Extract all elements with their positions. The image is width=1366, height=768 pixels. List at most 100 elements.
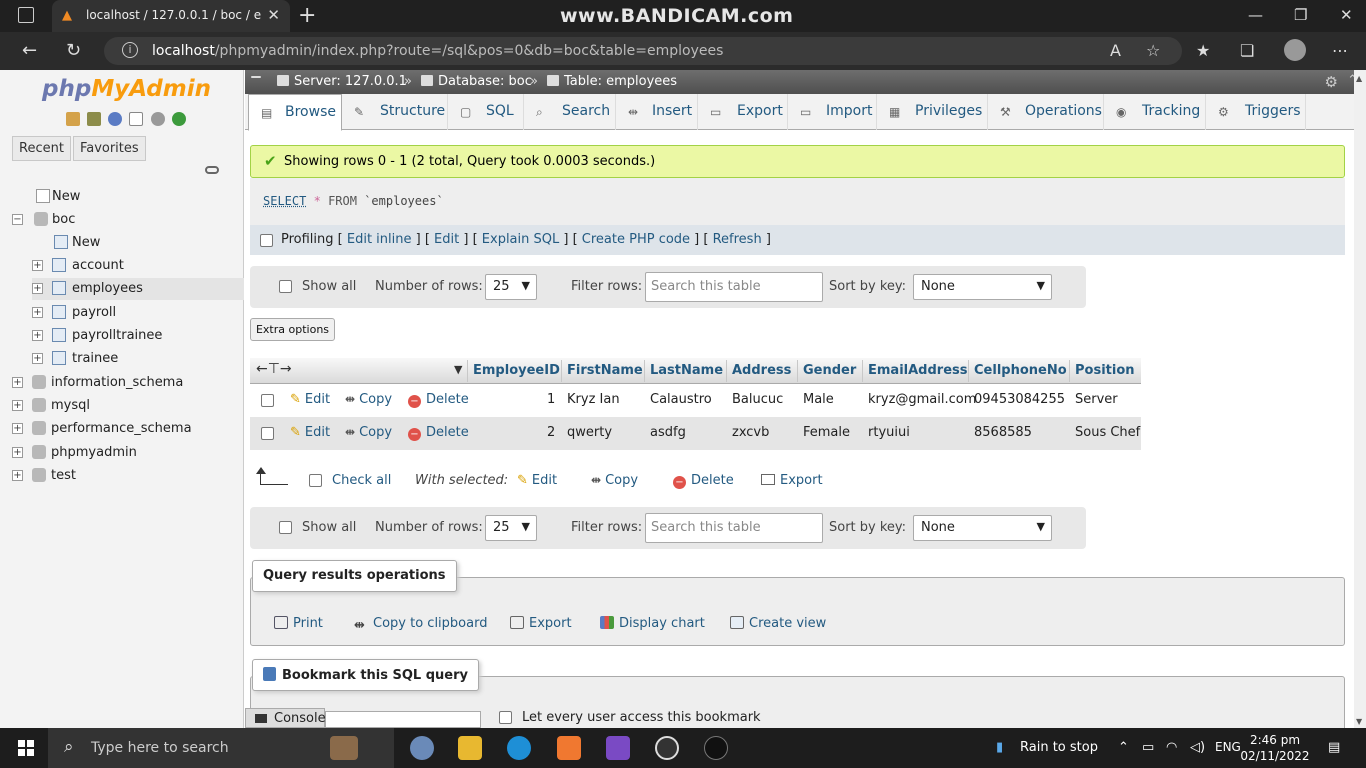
volume-icon[interactable]: ◁) bbox=[1190, 740, 1205, 755]
tab-insert[interactable]: ⇹ Insert bbox=[616, 94, 698, 130]
col-lastname[interactable]: LastName bbox=[650, 363, 723, 378]
create-view-button[interactable]: Create view bbox=[730, 616, 826, 631]
tree-item-phpmyadmin[interactable]: + phpmyadmin bbox=[12, 442, 232, 464]
edit-inline-link[interactable]: Edit inline bbox=[347, 232, 412, 247]
profile-avatar[interactable] bbox=[1284, 39, 1306, 61]
share-bookmark-checkbox[interactable] bbox=[499, 711, 512, 724]
col-firstname[interactable]: FirstName bbox=[567, 363, 643, 378]
tab-browse[interactable]: ▤ Browse bbox=[248, 94, 342, 131]
col-emailaddress[interactable]: EmailAddress bbox=[868, 363, 968, 378]
expand-icon[interactable]: + bbox=[12, 400, 23, 411]
tree-item-boc[interactable]: − boc bbox=[12, 209, 232, 231]
cell-position[interactable]: Sous Chef bbox=[1075, 425, 1140, 440]
row-edit-button[interactable]: ✎ Edit bbox=[290, 392, 330, 407]
profiling-checkbox[interactable] bbox=[260, 234, 273, 247]
tree-item-performance-schema[interactable]: + performance_schema bbox=[12, 418, 232, 440]
display-chart-button[interactable]: Display chart bbox=[600, 616, 705, 631]
expand-icon[interactable]: + bbox=[32, 353, 43, 364]
cell-emailaddress[interactable]: kryz@gmail.com bbox=[868, 392, 976, 407]
bookmark-label-input[interactable] bbox=[325, 711, 481, 728]
refresh-icon[interactable]: ↻ bbox=[66, 40, 81, 61]
help-icon[interactable] bbox=[108, 112, 123, 126]
row-copy-button[interactable]: ⇹ Copy bbox=[345, 392, 392, 407]
cell-lastname[interactable]: asdfg bbox=[650, 425, 686, 440]
col-employeeid[interactable]: EmployeeID bbox=[473, 363, 560, 378]
recent-tab[interactable]: Recent bbox=[12, 136, 71, 161]
tree-item-account[interactable]: + account bbox=[32, 255, 232, 277]
tree-item-test[interactable]: + test bbox=[12, 465, 232, 487]
tree-item-information-schema[interactable]: + information_schema bbox=[12, 372, 232, 394]
collapse-nav-icon[interactable] bbox=[251, 76, 261, 78]
expand-icon[interactable]: + bbox=[12, 377, 23, 388]
wifi-icon[interactable]: ◠ bbox=[1166, 740, 1177, 755]
favorites-tab[interactable]: Favorites bbox=[72, 136, 146, 161]
expand-icon[interactable]: + bbox=[12, 423, 23, 434]
col-address[interactable]: Address bbox=[732, 363, 791, 378]
favorite-star-icon[interactable]: ☆ bbox=[1146, 41, 1160, 60]
col-position[interactable]: Position bbox=[1075, 363, 1135, 378]
cell-cellphoneno[interactable]: 8568585 bbox=[974, 425, 1032, 440]
browser-tab[interactable]: ▲ localhost / 127.0.0.1 / boc / emp ✕ bbox=[52, 0, 290, 32]
tree-item-new-table[interactable]: New bbox=[54, 232, 234, 254]
cell-firstname[interactable]: Kryz Ian bbox=[567, 392, 620, 407]
with-selected-copy-button[interactable]: ⇹ Copy bbox=[591, 473, 638, 488]
taskbar-clock[interactable]: 2:46 pm 02/11/2022 bbox=[1240, 732, 1310, 764]
row-checkbox[interactable] bbox=[261, 427, 274, 440]
close-window-icon[interactable]: ✕ bbox=[1340, 6, 1353, 24]
tree-item-payrolltrainee[interactable]: + payrolltrainee bbox=[32, 325, 232, 347]
sort-by-key-select[interactable]: None ▼ bbox=[913, 274, 1052, 300]
with-selected-edit-button[interactable]: ✎ Edit bbox=[517, 473, 557, 488]
tab-triggers[interactable]: ⚙ Triggers bbox=[1206, 94, 1306, 130]
tab-actions-icon[interactable] bbox=[18, 7, 34, 23]
row-edit-button[interactable]: ✎ Edit bbox=[290, 425, 330, 440]
cell-position[interactable]: Server bbox=[1075, 392, 1118, 407]
tab-privileges[interactable]: ▦ Privileges bbox=[877, 94, 988, 130]
cell-lastname[interactable]: Calaustro bbox=[650, 392, 712, 407]
row-delete-button[interactable]: − Delete bbox=[408, 392, 469, 408]
favorites-icon[interactable]: ★ bbox=[1196, 41, 1210, 60]
page-scrollbar[interactable]: ▲ ▼ bbox=[1354, 70, 1366, 728]
tab-structure[interactable]: ✎ Structure bbox=[342, 94, 448, 130]
check-all-checkbox[interactable] bbox=[309, 474, 322, 487]
edge-browser-icon[interactable] bbox=[507, 736, 531, 760]
sort-options-icon[interactable]: ▼ bbox=[454, 363, 462, 376]
cell-gender[interactable]: Male bbox=[803, 392, 834, 407]
cell-firstname[interactable]: qwerty bbox=[567, 425, 612, 440]
close-tab-icon[interactable]: ✕ bbox=[267, 6, 280, 24]
weather-icon[interactable]: ▮ bbox=[996, 740, 1003, 755]
settings-gear-icon[interactable] bbox=[150, 112, 165, 126]
cell-address[interactable]: Balucuc bbox=[732, 392, 783, 407]
expand-icon[interactable]: + bbox=[32, 330, 43, 341]
collections-icon[interactable]: ❏ bbox=[1240, 41, 1254, 60]
expand-icon[interactable]: + bbox=[32, 307, 43, 318]
tree-item-trainee[interactable]: + trainee bbox=[32, 348, 232, 370]
cell-gender[interactable]: Female bbox=[803, 425, 850, 440]
column-move-arrows-icon[interactable]: ←⊤→ bbox=[256, 361, 292, 377]
refresh-link[interactable]: Refresh bbox=[713, 232, 762, 247]
tree-item-new-db[interactable]: New bbox=[36, 186, 236, 208]
tree-item-payroll[interactable]: + payroll bbox=[32, 302, 232, 324]
row-delete-button[interactable]: − Delete bbox=[408, 425, 469, 441]
tab-export[interactable]: ▭ Export bbox=[698, 94, 788, 130]
more-menu-icon[interactable]: ⋯ bbox=[1332, 41, 1348, 60]
paint-app-icon[interactable] bbox=[410, 736, 434, 760]
coffee-widget-icon[interactable] bbox=[330, 736, 358, 760]
row-copy-button[interactable]: ⇹ Copy bbox=[345, 425, 392, 440]
phpmyadmin-logo[interactable]: phpMyAdmin bbox=[42, 76, 211, 102]
docs-icon[interactable] bbox=[129, 112, 144, 126]
col-cellphoneno[interactable]: CellphoneNo bbox=[974, 363, 1067, 378]
with-selected-export-button[interactable]: Export bbox=[761, 473, 823, 488]
cell-employeeid[interactable]: 2 bbox=[547, 425, 555, 440]
rows-per-page-select[interactable]: 25 ▼ bbox=[485, 274, 537, 300]
expand-icon[interactable]: + bbox=[12, 470, 23, 481]
cell-address[interactable]: zxcvb bbox=[732, 425, 769, 440]
site-info-icon[interactable]: i bbox=[122, 42, 138, 58]
network-icon[interactable]: ▭ bbox=[1142, 740, 1154, 755]
windows-start-icon[interactable] bbox=[18, 740, 34, 756]
copy-to-clipboard-button[interactable]: ⇹ Copy to clipboard bbox=[354, 616, 487, 633]
show-hidden-icons-chevron-icon[interactable]: ⌃ bbox=[1118, 740, 1129, 755]
edit-link[interactable]: Edit bbox=[434, 232, 459, 247]
visual-studio-icon[interactable] bbox=[606, 736, 630, 760]
scroll-up-icon[interactable]: ▲ bbox=[1356, 74, 1362, 83]
row-checkbox[interactable] bbox=[261, 394, 274, 407]
